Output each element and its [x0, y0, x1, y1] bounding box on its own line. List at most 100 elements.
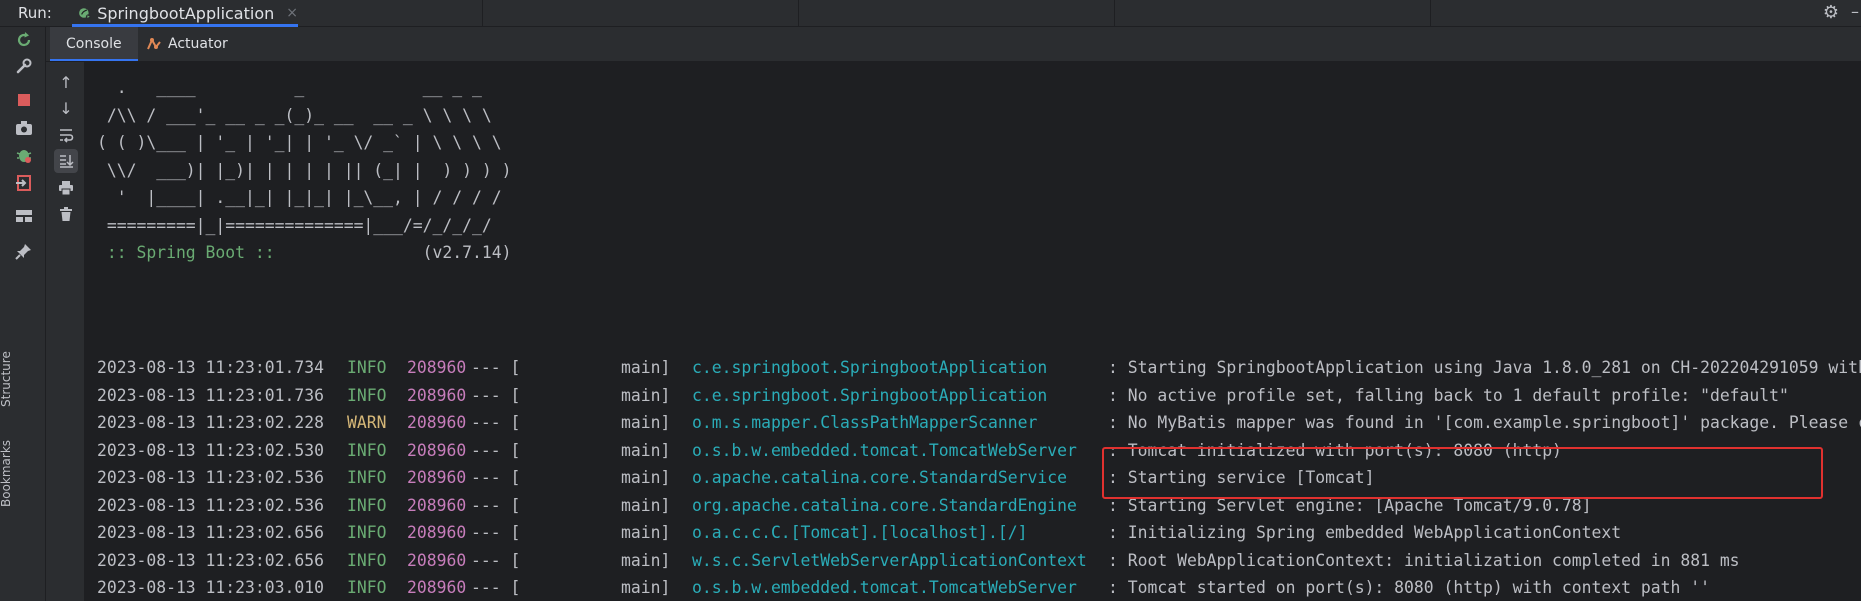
- spring-boot-banner: . ____ _ __ _ _ /\\ / ___'_ __ _ _(_)_ _…: [97, 74, 511, 267]
- tab-console-label: Console: [66, 36, 122, 52]
- side-label-structure: Structure: [0, 351, 13, 407]
- layout-icon[interactable]: [13, 205, 35, 227]
- log-timestamp: 2023-08-13 11:23:01.734: [97, 358, 324, 377]
- log-thread: main]: [621, 468, 671, 487]
- log-thread: main]: [621, 523, 671, 542]
- bug-icon[interactable]: [13, 144, 35, 166]
- log-separator: --- [: [471, 385, 521, 405]
- run-tab-label: SpringbootApplication: [97, 3, 275, 23]
- banner-line: ' |____| .__|_| |_|_| |_\__, | / / / /: [97, 188, 502, 207]
- log-thread: main]: [621, 358, 671, 377]
- log-level: INFO: [347, 468, 387, 487]
- wrench-icon[interactable]: [13, 55, 35, 77]
- log-level: INFO: [347, 385, 387, 405]
- log-thread: main]: [621, 440, 671, 460]
- log-timestamp: 2023-08-13 11:23:02.536: [97, 495, 324, 515]
- banner-line: . ____ _ __ _ _: [97, 78, 482, 97]
- log-pid: 208960: [407, 495, 467, 515]
- log-pid: 208960: [407, 468, 467, 487]
- log-message: : Tomcat started on port(s): 8080 (http)…: [1108, 578, 1710, 597]
- gear-icon[interactable]: ⚙: [1823, 2, 1839, 23]
- log-pid: 208960: [407, 385, 467, 405]
- log-thread: main]: [621, 495, 671, 515]
- log-timestamp: 2023-08-13 11:23:01.736: [97, 385, 324, 405]
- log-thread: main]: [621, 385, 671, 405]
- log-logger: o.m.s.mapper.ClassPathMapperScanner: [692, 413, 1038, 432]
- arrow-down-icon[interactable]: ↓: [54, 96, 78, 120]
- tab-actuator[interactable]: Actuator: [146, 27, 228, 61]
- structure-tool-tab[interactable]: Structure: [0, 332, 13, 412]
- log-timestamp: 2023-08-13 11:23:02.530: [97, 440, 324, 460]
- spring-boot-version: (v2.7.14): [422, 243, 512, 262]
- log-thread: main]: [621, 550, 671, 570]
- log-logger: o.s.b.w.embedded.tomcat.TomcatWebServer: [692, 440, 1077, 460]
- divider: [482, 0, 483, 26]
- exit-icon[interactable]: [13, 172, 35, 194]
- side-label-bookmarks: Bookmarks: [0, 439, 13, 507]
- divider: [1114, 0, 1115, 26]
- highlight-annotation-box: [1102, 447, 1823, 499]
- log-message: : Initializing Spring embedded WebApplic…: [1108, 523, 1622, 542]
- log-level: INFO: [347, 550, 387, 570]
- minimize-icon[interactable]: –: [1851, 2, 1859, 21]
- run-tab-springboot[interactable]: SpringbootApplication ×: [72, 0, 298, 27]
- spring-run-icon: [79, 8, 91, 20]
- trash-icon[interactable]: [54, 202, 78, 226]
- log-pid: 208960: [407, 413, 467, 432]
- banner-line: \\/ ___)| |_)| | | | | || (_| | ) ) ) ): [97, 160, 512, 180]
- log-pid: 208960: [407, 550, 467, 570]
- soft-wrap-icon[interactable]: [54, 123, 78, 147]
- console-actions: ↑ ↓: [46, 62, 85, 601]
- console-output[interactable]: . ____ _ __ _ _ /\\ / ___'_ __ _ _(_)_ _…: [85, 62, 1861, 601]
- log-pid: 208960: [407, 440, 467, 460]
- spring-boot-label: :: Spring Boot ::: [97, 243, 275, 262]
- log-logger: org.apache.catalina.core.StandardEngine: [692, 495, 1077, 515]
- print-icon[interactable]: [54, 176, 78, 200]
- bookmarks-tool-tab[interactable]: Bookmarks: [0, 422, 13, 512]
- divider: [1430, 0, 1431, 26]
- log-level: INFO: [347, 523, 387, 542]
- log-timestamp: 2023-08-13 11:23:02.536: [97, 468, 324, 487]
- camera-icon[interactable]: [13, 117, 35, 139]
- log-separator: --- [: [471, 413, 521, 432]
- log-separator: --- [: [471, 523, 521, 542]
- log-separator: --- [: [471, 468, 521, 487]
- log-level: INFO: [347, 495, 387, 515]
- log-timestamp: 2023-08-13 11:23:02.656: [97, 550, 324, 570]
- log-message: : No active profile set, falling back to…: [1108, 385, 1789, 405]
- log-thread: main]: [621, 578, 671, 597]
- log-separator: --- [: [471, 550, 521, 570]
- log-separator: --- [: [471, 495, 521, 515]
- log-separator: --- [: [471, 358, 521, 377]
- run-label: Run:: [18, 4, 52, 22]
- banner-line: ( ( )\___ | '_ | '_| | '_ \/ _` | \ \ \ …: [97, 133, 502, 152]
- arrow-up-icon[interactable]: ↑: [54, 70, 78, 94]
- log-level: INFO: [347, 578, 387, 597]
- log-pid: 208960: [407, 358, 467, 377]
- log-message: : Starting SpringbootApplication using J…: [1108, 358, 1861, 377]
- log-thread: main]: [621, 413, 671, 432]
- stop-icon[interactable]: [13, 89, 35, 111]
- log-timestamp: 2023-08-13 11:23:02.228: [97, 413, 324, 432]
- rerun-icon[interactable]: [13, 29, 35, 51]
- close-icon[interactable]: ×: [286, 5, 298, 21]
- tab-actuator-label: Actuator: [168, 36, 228, 52]
- scroll-to-end-icon[interactable]: [54, 149, 78, 173]
- divider: [798, 0, 799, 26]
- log-logger: o.a.c.c.C.[Tomcat].[localhost].[/]: [692, 523, 1028, 542]
- banner-line: =========|_|==============|___/=/_/_/_/: [97, 215, 492, 235]
- log-logger: c.e.springboot.SpringbootApplication: [692, 358, 1048, 377]
- log-separator: --- [: [471, 440, 521, 460]
- log-message: : Root WebApplicationContext: initializa…: [1108, 550, 1740, 570]
- pin-icon[interactable]: [13, 240, 35, 262]
- log-level: WARN: [347, 413, 387, 432]
- banner-line: /\\ / ___'_ __ _ _(_)_ __ __ _ \ \ \ \: [97, 105, 492, 125]
- tab-console[interactable]: Console: [50, 27, 138, 61]
- log-message: : No MyBatis mapper was found in '[com.e…: [1108, 413, 1861, 432]
- log-timestamp: 2023-08-13 11:23:02.656: [97, 523, 324, 542]
- log-separator: --- [: [471, 578, 521, 597]
- run-toolbar: Run: SpringbootApplication × ⚙ –: [0, 0, 1861, 27]
- log-level: INFO: [347, 358, 387, 377]
- log-logger: c.e.springboot.SpringbootApplication: [692, 385, 1048, 405]
- log-pid: 208960: [407, 523, 467, 542]
